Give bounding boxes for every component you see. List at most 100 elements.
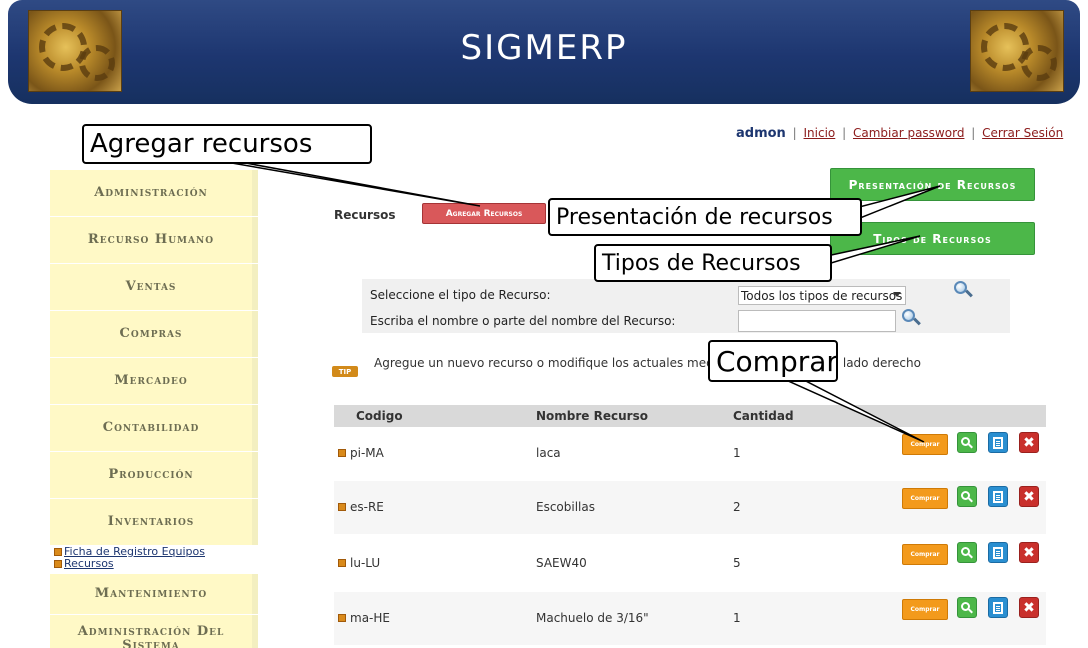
- code-cell: lu-LU: [338, 556, 380, 570]
- link-inicio[interactable]: Inicio: [804, 126, 836, 140]
- table-row: ma-HE Machuelo de 3/16" 1 Comprar ✖: [334, 592, 1046, 645]
- resource-type-select[interactable]: Todos los tipos de recursos: [738, 286, 906, 305]
- tip-badge: TIP: [332, 366, 358, 377]
- document-icon: [993, 601, 1003, 614]
- table-row: es-RE Escobillas 2 Comprar ✖: [334, 481, 1046, 534]
- sidebar-item-inventarios[interactable]: Inventarios: [50, 499, 258, 545]
- header-banner: SIGMERP: [8, 0, 1080, 104]
- search-icon: [961, 490, 973, 503]
- qty-cell: 2: [733, 500, 741, 514]
- name-cell: Machuelo de 3/16": [536, 611, 649, 625]
- document-icon: [993, 546, 1003, 559]
- gears-icon: [970, 10, 1064, 92]
- view-button[interactable]: [957, 542, 977, 563]
- delete-button[interactable]: ✖: [1019, 486, 1039, 507]
- sidebar-item-ventas[interactable]: Ventas: [50, 264, 258, 310]
- bullet-icon: [54, 548, 62, 556]
- section-label: Recursos: [334, 208, 396, 222]
- inventarios-submenu: Ficha de Registro Equipos Recursos: [50, 546, 258, 574]
- buy-button[interactable]: Comprar: [902, 544, 948, 565]
- search-icon[interactable]: [902, 309, 921, 327]
- edit-button[interactable]: [988, 542, 1008, 563]
- callout-comprar: Comprar: [708, 340, 838, 382]
- code-text: pi-MA: [350, 446, 384, 460]
- type-label: Seleccione el tipo de Recurso:: [370, 288, 551, 302]
- filter-panel: Seleccione el tipo de Recurso: Escriba e…: [362, 279, 1010, 333]
- sidebar-item-recurso-humano[interactable]: Recurso Humano: [50, 217, 258, 263]
- bullet-icon: [338, 614, 346, 622]
- document-icon: [993, 490, 1003, 503]
- tip-text: Agregue un nuevo recurso o modifique los…: [374, 356, 921, 370]
- submenu-item-recursos[interactable]: Recursos: [54, 558, 258, 570]
- app-title: SIGMERP: [460, 28, 628, 68]
- table-row: lu-LU SAEW40 5 Comprar ✖: [334, 537, 1046, 590]
- bullet-icon: [338, 449, 346, 457]
- close-icon: ✖: [1023, 544, 1035, 561]
- user-bar: admon | Inicio | Cambiar password | Cerr…: [736, 126, 1063, 141]
- sidebar-item-administracion[interactable]: Administración: [50, 170, 258, 216]
- bullet-icon: [338, 559, 346, 567]
- search-icon: [961, 436, 973, 449]
- edit-button[interactable]: [988, 597, 1008, 618]
- code-cell: es-RE: [338, 500, 384, 514]
- code-text: es-RE: [350, 500, 384, 514]
- bullet-icon: [54, 560, 62, 568]
- sidebar-item-contabilidad[interactable]: Contabilidad: [50, 405, 258, 451]
- buy-button[interactable]: Comprar: [902, 488, 948, 509]
- add-resource-button[interactable]: Agregar Recursos: [422, 203, 546, 224]
- search-icon[interactable]: [954, 281, 973, 299]
- sidebar-item-mantenimiento[interactable]: Mantenimiento: [50, 574, 258, 614]
- view-button[interactable]: [957, 486, 977, 507]
- code-cell: ma-HE: [338, 611, 390, 625]
- column-header[interactable]: Codigo: [356, 409, 403, 423]
- sidebar-item-mercadeo[interactable]: Mercadeo: [50, 358, 258, 404]
- separator: |: [842, 126, 847, 140]
- link-cambiar-password[interactable]: Cambiar password: [853, 126, 964, 140]
- select-value: Todos los tipos de recursos: [741, 288, 903, 303]
- edit-button[interactable]: [988, 486, 1008, 507]
- qty-cell: 5: [733, 556, 741, 570]
- column-header[interactable]: Cantidad: [733, 409, 794, 423]
- delete-button[interactable]: ✖: [1019, 432, 1039, 453]
- search-icon: [961, 601, 973, 614]
- table-header: Codigo Nombre Recurso Cantidad: [334, 405, 1046, 427]
- presentation-button[interactable]: Presentación de Recursos: [830, 168, 1035, 201]
- link-cerrar-sesion[interactable]: Cerrar Sesión: [982, 126, 1063, 140]
- sidebar-menu: Administración Recurso Humano Ventas Com…: [50, 170, 258, 648]
- page: SIGMERP admon | Inicio | Cambiar passwor…: [0, 0, 1088, 648]
- buy-button[interactable]: Comprar: [902, 599, 948, 620]
- qty-cell: 1: [733, 611, 741, 625]
- column-header[interactable]: Nombre Recurso: [536, 409, 648, 423]
- resource-name-input[interactable]: [738, 310, 896, 332]
- callout-agregar-recursos: Agregar recursos: [82, 124, 372, 164]
- search-icon: [961, 546, 973, 559]
- code-text: ma-HE: [350, 611, 390, 625]
- close-icon: ✖: [1023, 599, 1035, 616]
- bullet-icon: [338, 503, 346, 511]
- username: admon: [736, 126, 786, 141]
- callout-tipos-recursos: Tipos de Recursos: [594, 244, 832, 282]
- name-cell: SAEW40: [536, 556, 587, 570]
- sidebar-item-produccion[interactable]: Producción: [50, 452, 258, 498]
- delete-button[interactable]: ✖: [1019, 542, 1039, 563]
- chevron-down-icon: [893, 292, 901, 297]
- view-button[interactable]: [957, 432, 977, 453]
- sidebar-item-compras[interactable]: Compras: [50, 311, 258, 357]
- name-cell: Escobillas: [536, 500, 595, 514]
- buy-button[interactable]: Comprar: [902, 434, 948, 455]
- qty-cell: 1: [733, 446, 741, 460]
- edit-button[interactable]: [988, 432, 1008, 453]
- code-text: lu-LU: [350, 556, 381, 570]
- document-icon: [993, 436, 1003, 449]
- callout-presentacion: Presentación de recursos: [548, 198, 862, 236]
- sidebar-item-administracion-sistema[interactable]: Administración Del Sistema: [50, 615, 258, 648]
- name-label: Escriba el nombre o parte del nombre del…: [370, 314, 676, 328]
- view-button[interactable]: [957, 597, 977, 618]
- code-cell: pi-MA: [338, 446, 384, 460]
- separator: |: [971, 126, 976, 140]
- close-icon: ✖: [1023, 488, 1035, 505]
- close-icon: ✖: [1023, 434, 1035, 451]
- delete-button[interactable]: ✖: [1019, 597, 1039, 618]
- submenu-label: Recursos: [64, 557, 114, 570]
- separator: |: [792, 126, 797, 140]
